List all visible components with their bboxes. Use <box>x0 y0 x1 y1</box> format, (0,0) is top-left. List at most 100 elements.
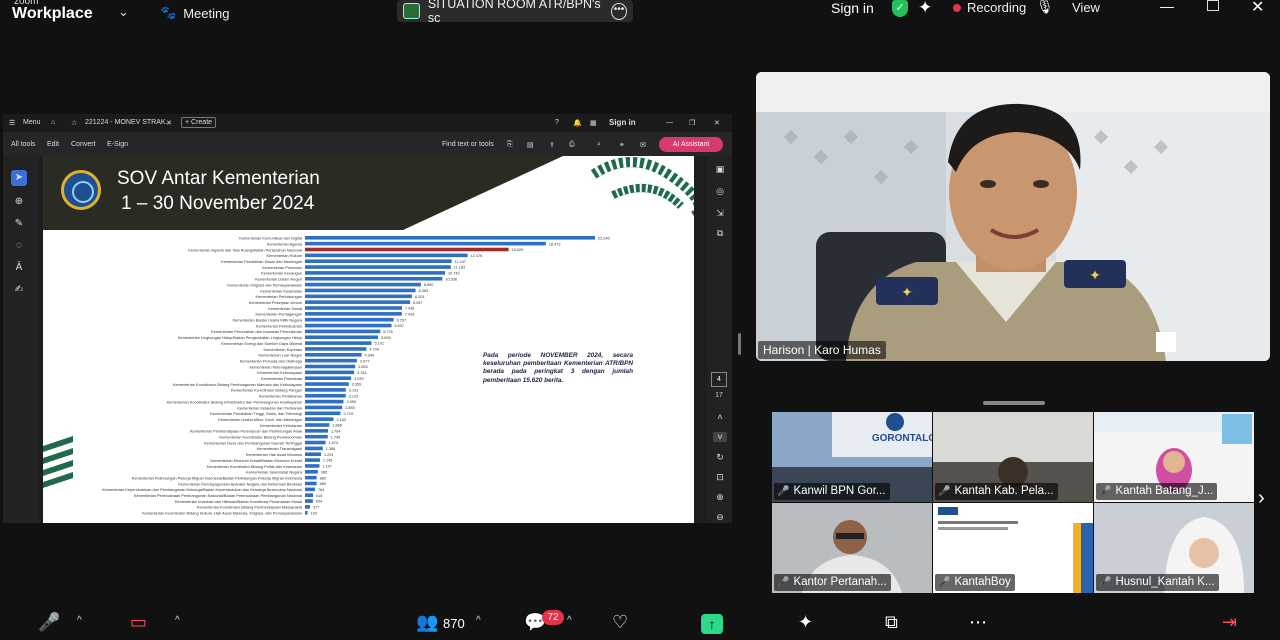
bar-category-label: Kementerian Koordinator Bidang Perekonom… <box>219 435 302 440</box>
meeting-label: Meeting <box>183 5 230 21</box>
meeting-menu-button[interactable]: 🐾 Meeting <box>160 2 229 24</box>
zoom-tool-icon[interactable]: ⊕ <box>11 194 27 210</box>
gallery-resize-handle[interactable] <box>983 401 1045 405</box>
zoom-out-icon[interactable]: ⊖ <box>713 512 727 523</box>
bookmark-panel-icon[interactable]: ◎ <box>713 186 727 197</box>
slide-header-diagonal <box>403 156 563 230</box>
tab-close-icon[interactable]: ✕ <box>166 119 172 127</box>
tool-esign[interactable]: E-Sign <box>107 141 128 148</box>
bar-category-label: Kementerian Agraria dan Tata Ruang/Badan… <box>188 247 302 252</box>
participant-tile[interactable]: GORONTALO 🎤 Kanwil BPN Gor... <box>772 412 932 502</box>
more-icon[interactable]: ⋯ <box>969 612 987 633</box>
current-page-field[interactable]: 4 <box>711 372 727 387</box>
video-options-caret-icon[interactable]: ^ <box>175 615 180 626</box>
participant-tile[interactable]: 🎤 Kantah Kab. Pela... <box>933 412 1093 502</box>
page-up-icon[interactable]: ˄ <box>713 412 727 422</box>
ai-companion-icon[interactable]: ✦ <box>798 612 813 633</box>
document-tab[interactable]: 221224 - MONEV STRAK... <box>85 119 171 126</box>
participant-tile[interactable]: 🎤 Kantah Batang_J... <box>1094 412 1254 502</box>
text-select-icon[interactable]: Ā <box>11 260 27 276</box>
participant-tile[interactable]: 🎤 Husnul_Kantah K... <box>1094 503 1254 593</box>
create-button[interactable]: + Create <box>181 117 217 128</box>
zoom-in-icon[interactable]: ⊕ <box>713 492 727 503</box>
muted-mic-icon: 🎤 <box>777 486 790 497</box>
more-options-icon[interactable]: ••• <box>611 2 627 20</box>
hamburger-menu-icon[interactable]: ☰ <box>9 119 15 127</box>
bar-value-label: 3.359 <box>352 383 362 387</box>
gallery-next-page-icon[interactable]: › <box>1258 487 1265 510</box>
bar <box>305 317 394 322</box>
acrobat-close-icon[interactable]: ✕ <box>714 119 720 127</box>
link-icon[interactable]: ⚭ <box>619 141 625 149</box>
select-cursor-icon[interactable]: ➤ <box>11 170 27 186</box>
bar <box>305 323 392 328</box>
bar <box>305 294 412 299</box>
rotate-icon[interactable]: ↻ <box>713 452 727 463</box>
fit-page-icon[interactable]: ⊡ <box>713 472 727 483</box>
sharer-thumbnail-icon <box>403 3 420 19</box>
tool-edit[interactable]: Edit <box>47 141 59 148</box>
acrobat-restore-icon[interactable]: ❐ <box>689 119 695 127</box>
acrobat-tab-bar: ☰ Menu ⌂ ☆ 221224 - MONEV STRAK... ✕ + C… <box>3 114 732 132</box>
speaker-video-frame: ✦ ✦ <box>756 72 1270 361</box>
participant-tile[interactable]: 🎤 Kantor Pertanah... <box>772 503 932 593</box>
upload-icon[interactable]: ⇪ <box>549 141 555 149</box>
bar-category-label: Kementerian Perindustrian <box>256 323 302 328</box>
comment-panel-icon[interactable]: ▣ <box>713 164 727 175</box>
acrobat-minimize-icon[interactable]: — <box>666 119 673 126</box>
recording-indicator[interactable]: Recording <box>953 0 1026 15</box>
ai-companion-sparkle-icon[interactable]: ✦ <box>918 0 932 18</box>
pen-icon[interactable]: ✎ <box>11 216 27 232</box>
security-shield-icon[interactable]: ✓ <box>892 0 908 17</box>
window-close-icon[interactable]: ✕ <box>1251 0 1264 17</box>
acrobat-menu-label[interactable]: Menu <box>23 119 41 126</box>
view-menu-button[interactable]: View <box>1072 0 1100 15</box>
gorontalo-sign: GORONTALO <box>872 433 932 444</box>
pages-panel-icon[interactable]: ⧉ <box>713 228 727 239</box>
mail-icon[interactable]: ✉ <box>640 141 646 149</box>
react-heart-icon[interactable]: ♡ <box>612 612 628 633</box>
participants-count[interactable]: 870 <box>443 616 465 631</box>
start-video-icon[interactable]: ▭ <box>130 612 147 633</box>
participants-icon[interactable]: 👥 <box>416 612 438 633</box>
participants-caret-icon[interactable]: ^ <box>476 615 481 626</box>
lasso-icon[interactable]: ◌ <box>11 238 27 254</box>
sign-in-link[interactable]: Sign in <box>831 0 874 16</box>
bell-icon[interactable]: 🔔 <box>573 119 582 127</box>
search-icon[interactable]: ⌕ <box>597 141 601 149</box>
share-screen-icon[interactable]: ↑ <box>701 614 723 634</box>
active-speaker-video[interactable]: ✦ ✦ <box>756 72 1270 361</box>
unmute-mic-icon[interactable]: 🎤 <box>38 612 60 633</box>
apps-grid-icon[interactable]: ▦ <box>590 119 597 127</box>
star-icon[interactable]: ☆ <box>71 119 77 127</box>
window-restore-icon[interactable] <box>1207 0 1219 11</box>
bar-value-label: 1.868 <box>332 424 342 428</box>
bar-category-label: Kementerian Pendidikan Tinggi, Sains, da… <box>210 411 302 416</box>
print-icon[interactable]: ▤ <box>527 141 534 149</box>
help-icon[interactable]: ? <box>555 119 559 126</box>
home-icon[interactable]: ⌂ <box>51 119 55 126</box>
find-text-tools[interactable]: Find text or tools <box>442 141 494 148</box>
toolbar-icon[interactable]: ⎘ <box>507 141 513 149</box>
bar-category-label: Kementerian Pemberdayaan Perempuan dan P… <box>190 429 302 434</box>
page-down-icon[interactable]: ˅ <box>713 432 727 442</box>
stamp-icon[interactable]: ✍ <box>11 282 27 298</box>
apps-icon[interactable]: ⧉ <box>885 612 898 633</box>
microphone-icon[interactable]: 🎙 <box>1036 0 1054 15</box>
ai-assistant-button[interactable]: AI Assistant <box>659 137 723 152</box>
bar <box>305 423 330 427</box>
acrobat-sign-in-button[interactable]: Sign in <box>609 118 636 127</box>
export-panel-icon[interactable]: ⇲ <box>713 208 727 219</box>
audio-options-caret-icon[interactable]: ^ <box>77 615 82 626</box>
chat-caret-icon[interactable]: ^ <box>567 615 572 626</box>
brand-workplace[interactable]: Workplace <box>12 5 93 23</box>
tool-convert[interactable]: Convert <box>71 141 96 148</box>
leave-meeting-icon[interactable]: ⇥ <box>1222 612 1237 633</box>
chevron-down-icon[interactable]: ⌄ <box>118 4 129 20</box>
panel-resize-handle[interactable] <box>738 333 741 355</box>
shared-screen-title-pill[interactable]: SITUATION ROOM ATR/BPN's sc ••• <box>397 0 633 25</box>
window-minimize-icon[interactable]: — <box>1160 0 1174 14</box>
participant-tile[interactable]: 🎤 KantahBoy <box>933 503 1093 593</box>
tool-all-tools[interactable]: All tools <box>11 141 36 148</box>
printer-icon[interactable]: ⎙ <box>569 141 575 149</box>
